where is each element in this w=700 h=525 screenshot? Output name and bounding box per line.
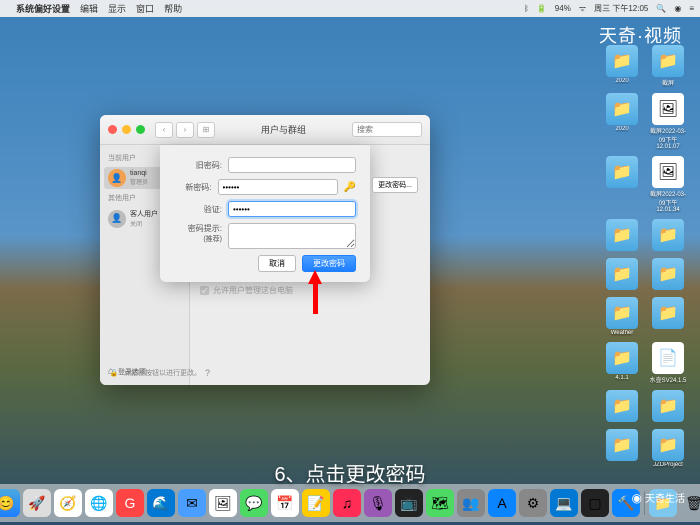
- desktop-folder[interactable]: 📁: [602, 429, 642, 468]
- dock-app[interactable]: 🗺: [426, 489, 454, 517]
- password-hint-input[interactable]: [228, 223, 356, 249]
- desktop-folder[interactable]: 📁Weather: [602, 297, 642, 336]
- desktop-screenshot[interactable]: 🖼截屏2022-03-09下午12.01.34: [648, 156, 688, 213]
- dock-chrome[interactable]: 🌐: [85, 489, 113, 517]
- forward-button[interactable]: ›: [176, 122, 194, 138]
- key-icon[interactable]: 🔑: [344, 182, 356, 193]
- change-password-side-button[interactable]: 更改密码...: [372, 177, 418, 193]
- dock-app[interactable]: 💻: [550, 489, 578, 517]
- battery-percent: 94%: [555, 4, 571, 13]
- verify-password-input[interactable]: [228, 201, 356, 217]
- desktop-folder[interactable]: 📁: [648, 297, 688, 336]
- watermark-bottom: 天奇生活: [632, 490, 685, 505]
- dock-app[interactable]: 📝: [302, 489, 330, 517]
- user-role: 关闭: [130, 219, 158, 228]
- avatar-icon: 👤: [108, 169, 126, 187]
- desktop-folder[interactable]: 📁: [648, 390, 688, 423]
- desktop-folder[interactable]: 📁: [602, 258, 642, 291]
- window-titlebar[interactable]: ‹ › ⊞ 用户与群组: [100, 115, 430, 145]
- dock-sysprefs[interactable]: ⚙: [519, 489, 547, 517]
- dock-app[interactable]: 📺: [395, 489, 423, 517]
- menubar: 系统偏好设置 编辑 显示 窗口 帮助 ᛒ 🔋 94% ᯤ 周三 下午12:05 …: [0, 0, 700, 17]
- grid-button[interactable]: ⊞: [197, 122, 215, 138]
- bluetooth-icon[interactable]: ᛒ: [524, 4, 529, 13]
- dock-music[interactable]: ♫: [333, 489, 361, 517]
- dock-app[interactable]: 👥: [457, 489, 485, 517]
- wifi-icon[interactable]: ᯤ: [579, 3, 586, 14]
- dock-mail[interactable]: ✉: [178, 489, 206, 517]
- back-button[interactable]: ‹: [155, 122, 173, 138]
- help-icon[interactable]: ?: [205, 368, 210, 378]
- change-password-sheet: 旧密码: 新密码: 🔑 验证: 密码提示:(推荐) 取消: [160, 145, 370, 282]
- unlock-row[interactable]: 🔒 点按锁按钮以进行更改。 ?: [108, 367, 216, 379]
- siri-icon[interactable]: ◉: [674, 4, 681, 13]
- desktop-folder[interactable]: 📁: [648, 258, 688, 291]
- desktop-folder[interactable]: 📁: [602, 156, 642, 213]
- battery-icon[interactable]: 🔋: [537, 4, 547, 13]
- user-role: 管理员: [130, 177, 148, 186]
- dock: 😊 🚀 🧭 🌐 G 🌊 ✉ 🖼 💬 📅 📝 ♫ 🎙 📺 🗺 👥 A ⚙ 💻 ▢ …: [0, 484, 700, 522]
- desktop-screenshot[interactable]: 🖼截屏2022-03-09下午12.01.07: [648, 93, 688, 150]
- verify-label: 验证:: [174, 204, 222, 215]
- window-title: 用户与群组: [215, 123, 352, 136]
- menu-help[interactable]: 帮助: [164, 2, 182, 15]
- search-input[interactable]: [352, 122, 422, 137]
- desktop-folder[interactable]: 📁2020: [602, 45, 642, 87]
- desktop-folder[interactable]: 📁2020: [602, 93, 642, 150]
- avatar-icon: 👤: [108, 210, 126, 228]
- desktop-folder[interactable]: 📁JZDProject: [648, 429, 688, 468]
- menu-view[interactable]: 显示: [108, 2, 126, 15]
- annotation-arrow: [308, 270, 322, 314]
- hint-label: 密码提示:(推荐): [174, 223, 222, 244]
- admin-label: 允许用户管理这台电脑: [213, 285, 293, 296]
- dock-finder[interactable]: 😊: [0, 489, 20, 517]
- desktop-folder[interactable]: 📁: [648, 219, 688, 252]
- dock-app[interactable]: 🎙: [364, 489, 392, 517]
- dock-launchpad[interactable]: 🚀: [23, 489, 51, 517]
- user-name: tianqi: [130, 170, 148, 177]
- desktop-folder[interactable]: 📁: [602, 390, 642, 423]
- dock-app[interactable]: 🖼: [209, 489, 237, 517]
- close-button[interactable]: [108, 125, 117, 134]
- datetime[interactable]: 周三 下午12:05: [594, 3, 648, 14]
- zoom-button[interactable]: [136, 125, 145, 134]
- desktop-folder[interactable]: 📁截屏: [648, 45, 688, 87]
- new-password-label: 新密码:: [174, 182, 212, 193]
- old-password-input[interactable]: [228, 157, 356, 173]
- notifications-icon[interactable]: ≡: [689, 4, 694, 13]
- dock-app[interactable]: 📅: [271, 489, 299, 517]
- users-groups-window: ‹ › ⊞ 用户与群组 当前用户 👤 tianqi 管理员 其他用户 👤: [100, 115, 430, 385]
- dock-appstore[interactable]: A: [488, 489, 516, 517]
- menu-edit[interactable]: 编辑: [80, 2, 98, 15]
- cancel-button[interactable]: 取消: [258, 255, 296, 272]
- user-name: 客人用户: [130, 209, 158, 219]
- admin-checkbox: [200, 286, 209, 295]
- desktop-folder[interactable]: 📁4.1.1: [602, 342, 642, 384]
- desktop-icons-area: 📁2020 📁截屏 📁2020 🖼截屏2022-03-09下午12.01.07 …: [602, 45, 688, 468]
- watermark-top: 天奇·视频: [599, 22, 682, 48]
- dock-edge[interactable]: 🌊: [147, 489, 175, 517]
- new-password-input[interactable]: [218, 179, 338, 195]
- dock-safari[interactable]: 🧭: [54, 489, 82, 517]
- minimize-button[interactable]: [122, 125, 131, 134]
- unlock-label: 点按锁按钮以进行更改。: [124, 368, 201, 378]
- dock-app[interactable]: G: [116, 489, 144, 517]
- dock-app[interactable]: ▢: [581, 489, 609, 517]
- desktop-folder[interactable]: 📁: [602, 219, 642, 252]
- spotlight-icon[interactable]: 🔍: [656, 4, 666, 13]
- menu-window[interactable]: 窗口: [136, 2, 154, 15]
- lock-icon: 🔒: [108, 367, 120, 379]
- dock-messages[interactable]: 💬: [240, 489, 268, 517]
- app-menu[interactable]: 系统偏好设置: [16, 2, 70, 15]
- old-password-label: 旧密码:: [174, 160, 222, 171]
- desktop-file[interactable]: 📄水壶SV24.1.5: [648, 342, 688, 384]
- tutorial-caption: 6、点击更改密码: [274, 458, 425, 487]
